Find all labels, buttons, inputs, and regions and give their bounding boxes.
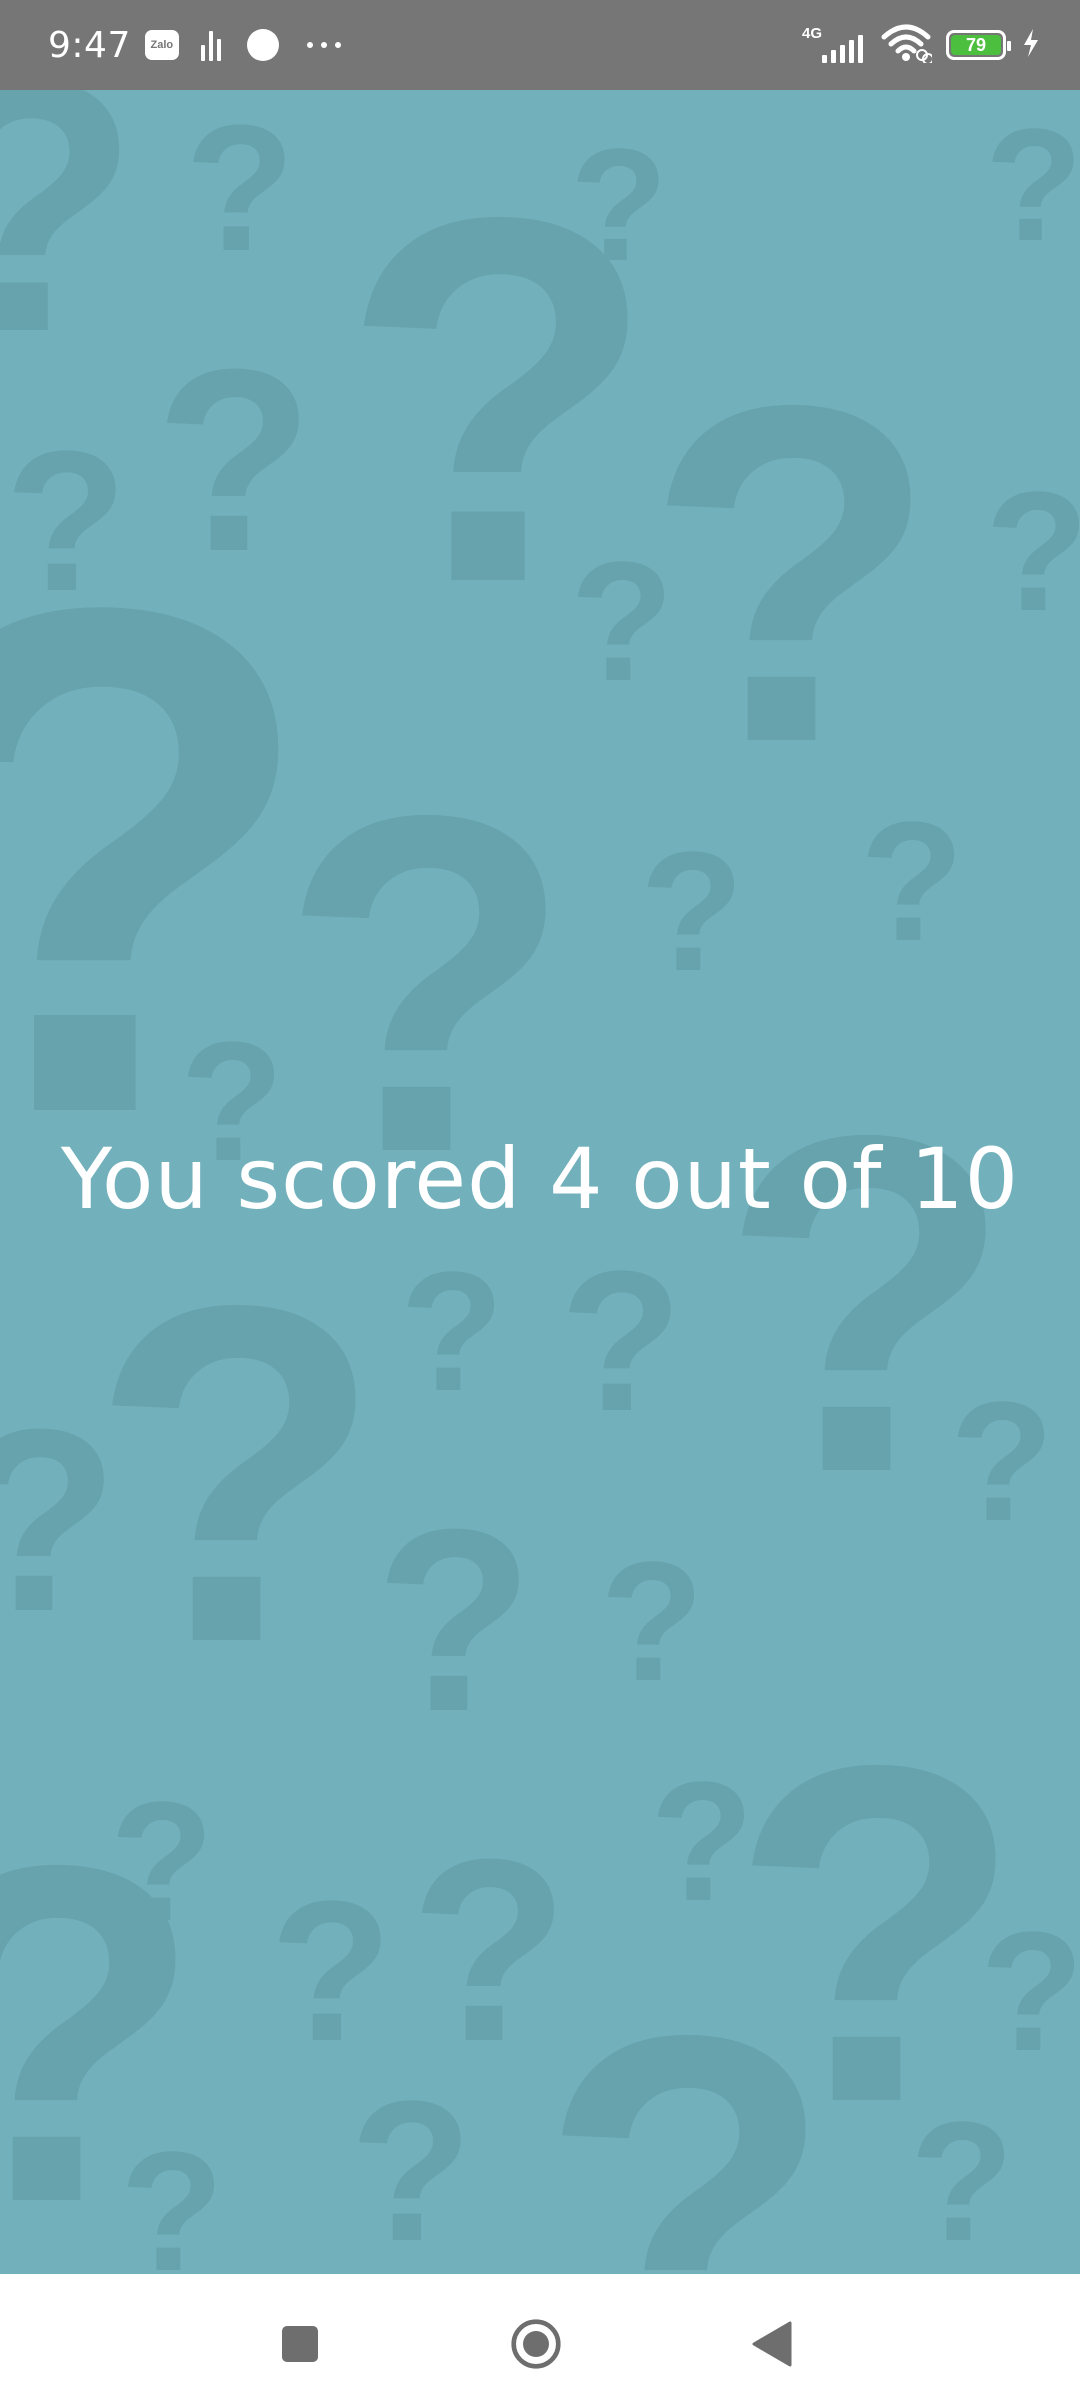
quiz-result-screen: 9:47 Zalo 4G 79 ? ? ? ? ? ? ? ? ? ? ? ? … <box>0 0 1080 2400</box>
battery-icon: 79 <box>946 30 1011 60</box>
svg-text:?: ? <box>120 2117 224 2274</box>
svg-text:?: ? <box>270 1860 392 2083</box>
svg-text:?: ? <box>650 1747 754 1937</box>
svg-text:?: ? <box>375 1476 534 1766</box>
svg-text:?: ? <box>570 527 674 717</box>
svg-text:?: ? <box>980 1897 1080 2087</box>
quiz-result-panel: ? ? ? ? ? ? ? ? ? ? ? ? ? ? ? ? ? ? ? ? … <box>0 90 1080 2274</box>
svg-text:?: ? <box>540 1935 833 2274</box>
record-dot-icon <box>246 29 279 61</box>
circle-icon <box>511 2319 561 2369</box>
svg-text:?: ? <box>560 1230 682 1453</box>
square-icon <box>282 2326 318 2362</box>
zalo-icon: Zalo <box>144 30 179 60</box>
svg-text:?: ? <box>640 817 744 1007</box>
svg-text:?: ? <box>600 1527 704 1717</box>
charging-bolt-icon <box>1022 28 1040 63</box>
battery-level: 79 <box>951 35 1001 55</box>
score-text: You scored 4 out of 10 <box>60 1130 1020 1228</box>
svg-text:?: ? <box>185 90 295 289</box>
recents-button[interactable] <box>274 2318 326 2370</box>
network-type-label: 4G <box>802 25 823 42</box>
signal-icon: 4G <box>802 25 863 65</box>
svg-text:?: ? <box>645 305 938 842</box>
svg-text:?: ? <box>570 115 668 294</box>
svg-text:?: ? <box>985 95 1080 274</box>
svg-text:?: ? <box>0 90 140 407</box>
svg-text:?: ? <box>860 787 964 977</box>
wifi-icon <box>880 23 934 68</box>
navigation-bar <box>0 2274 1080 2400</box>
back-triangle-icon <box>752 2321 792 2367</box>
equalizer-icon <box>200 29 221 61</box>
more-dots-icon <box>306 42 341 48</box>
svg-text:?: ? <box>0 1376 119 1666</box>
svg-text:?: ? <box>910 2087 1014 2274</box>
back-button[interactable] <box>746 2318 798 2370</box>
status-time: 9:47 <box>48 24 131 66</box>
svg-text:?: ? <box>400 1237 504 1427</box>
home-button[interactable] <box>510 2318 562 2370</box>
svg-text:?: ? <box>985 457 1080 647</box>
svg-text:?: ? <box>90 1205 383 1742</box>
status-bar: 9:47 Zalo 4G 79 <box>0 0 1080 90</box>
svg-text:?: ? <box>950 1367 1054 1557</box>
svg-text:?: ? <box>350 2060 472 2274</box>
